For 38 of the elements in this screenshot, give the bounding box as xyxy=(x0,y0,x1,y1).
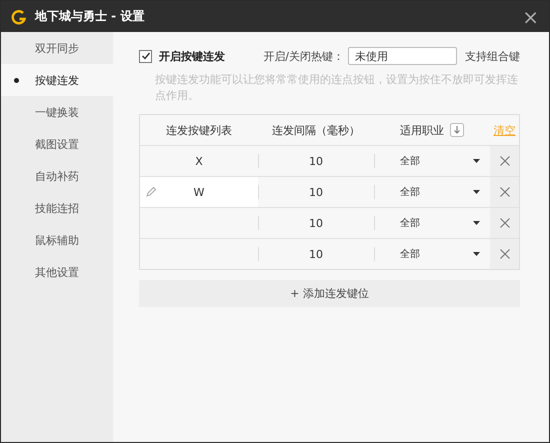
close-button[interactable]: × xyxy=(522,6,539,26)
add-button[interactable]: + 添加连发键位 xyxy=(139,280,520,307)
sidebar-item[interactable]: 鼠标辅助 xyxy=(1,224,113,256)
sidebar-item[interactable]: 双开同步 xyxy=(1,32,113,64)
caret-icon xyxy=(473,221,480,225)
caret-icon xyxy=(473,252,480,256)
sidebar-item[interactable]: 自动补药 xyxy=(1,160,113,192)
job-dropdown[interactable]: 全部 xyxy=(384,154,480,168)
hotkey-label: 开启/关闭热键： xyxy=(263,48,344,64)
job-dropdown[interactable]: 全部 xyxy=(384,216,480,230)
download-icon[interactable] xyxy=(450,123,464,137)
checkbox[interactable] xyxy=(139,50,152,62)
enable-label: 开启按键连发 xyxy=(159,48,225,64)
caret-icon xyxy=(473,190,480,194)
sidebar-item[interactable]: 截图设置 xyxy=(1,128,113,160)
hotkey-field[interactable]: 未使用 xyxy=(348,47,457,65)
description-text: 按键连发功能可以让您将常常使用的连点按钮，设置为按住不放即可发挥连点作用。 xyxy=(155,72,519,104)
key-text: X xyxy=(195,154,203,168)
column-header: 适用职业 xyxy=(400,122,444,138)
sidebar-item[interactable]: 技能连招 xyxy=(1,192,113,224)
job-dropdown[interactable]: 全部 xyxy=(384,247,480,261)
hotkey-note: 支持组合键 xyxy=(465,48,520,64)
column-header: 连发按键列表 xyxy=(166,122,232,138)
interval-text: 10 xyxy=(309,154,323,168)
sidebar-item[interactable]: 按键连发 xyxy=(1,64,113,96)
interval-text: 10 xyxy=(309,216,323,230)
column-header: 连发间隔（毫秒） xyxy=(272,122,360,138)
caret-icon xyxy=(473,159,480,163)
key-text: W xyxy=(194,186,204,198)
window-title: 地下城与勇士 - 设置 xyxy=(35,8,144,25)
sidebar-item[interactable]: 一键换装 xyxy=(1,96,113,128)
sidebar-item[interactable]: 其他设置 xyxy=(1,256,113,288)
interval-text: 10 xyxy=(309,186,323,198)
pencil-icon xyxy=(145,186,157,198)
job-dropdown[interactable]: 全部 xyxy=(384,185,480,199)
logo-icon xyxy=(11,8,27,24)
key-cell[interactable]: W xyxy=(140,177,258,207)
interval-text: 10 xyxy=(309,248,323,260)
